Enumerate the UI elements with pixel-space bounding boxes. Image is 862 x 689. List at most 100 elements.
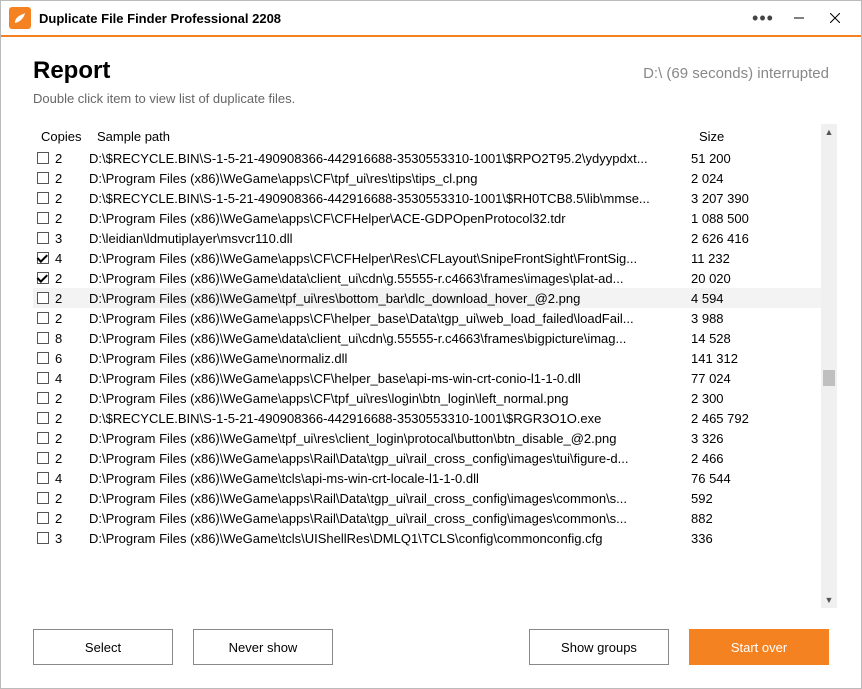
path-value: D:\Program Files (x86)\WeGame\apps\Rail\… <box>89 451 691 466</box>
row-checkbox[interactable] <box>37 292 49 304</box>
col-header-copies[interactable]: Copies <box>33 127 89 146</box>
table-row[interactable]: 3D:\Program Files (x86)\WeGame\tcls\UISh… <box>33 528 821 548</box>
table-row[interactable]: 2D:\$RECYCLE.BIN\S-1-5-21-490908366-4429… <box>33 408 821 428</box>
row-checkbox[interactable] <box>37 392 49 404</box>
table-row[interactable]: 6D:\Program Files (x86)\WeGame\normaliz.… <box>33 348 821 368</box>
scan-status: D:\ (69 seconds) interrupted <box>643 65 829 82</box>
scroll-thumb[interactable] <box>823 370 835 386</box>
row-checkbox[interactable] <box>37 172 49 184</box>
close-button[interactable] <box>817 4 853 32</box>
row-checkbox[interactable] <box>37 212 49 224</box>
path-value: D:\Program Files (x86)\WeGame\apps\Rail\… <box>89 511 691 526</box>
col-header-path[interactable]: Sample path <box>89 127 691 146</box>
row-checkbox[interactable] <box>37 532 49 544</box>
row-checkbox[interactable] <box>37 452 49 464</box>
never-show-button[interactable]: Never show <box>193 629 333 665</box>
path-value: D:\Program Files (x86)\WeGame\tpf_ui\res… <box>89 431 691 446</box>
path-value: D:\Program Files (x86)\WeGame\apps\CF\CF… <box>89 211 691 226</box>
app-icon <box>9 7 31 29</box>
table-row[interactable]: 2D:\Program Files (x86)\WeGame\apps\Rail… <box>33 508 821 528</box>
size-value: 2 024 <box>691 171 821 186</box>
hint-text: Double click item to view list of duplic… <box>1 85 861 116</box>
show-groups-button[interactable]: Show groups <box>529 629 669 665</box>
copies-value: 2 <box>55 411 62 426</box>
size-value: 882 <box>691 511 821 526</box>
copies-value: 2 <box>55 271 62 286</box>
table-row[interactable]: 2D:\Program Files (x86)\WeGame\apps\Rail… <box>33 488 821 508</box>
copies-value: 2 <box>55 151 62 166</box>
size-value: 592 <box>691 491 821 506</box>
row-checkbox[interactable] <box>37 492 49 504</box>
row-checkbox[interactable] <box>37 472 49 484</box>
size-value: 4 594 <box>691 291 821 306</box>
row-checkbox[interactable] <box>37 412 49 424</box>
table-row[interactable]: 2D:\$RECYCLE.BIN\S-1-5-21-490908366-4429… <box>33 148 821 168</box>
row-checkbox[interactable] <box>37 152 49 164</box>
size-value: 2 466 <box>691 451 821 466</box>
table-row[interactable]: 4 D:\Program Files (x86)\WeGame\apps\CF\h… <box>33 368 821 388</box>
close-icon <box>830 13 840 23</box>
col-header-size[interactable]: Size <box>691 127 821 146</box>
copies-value: 3 <box>55 231 62 246</box>
table-row[interactable]: 2 D:\Program Files (x86)\WeGame\apps\Rail… <box>33 448 821 468</box>
table-area: Copies Sample path Size 2 D:\$RECYCLE.BIN… <box>33 124 837 608</box>
row-checkbox[interactable] <box>37 232 49 244</box>
footer: Select Never show Show groups Start over <box>1 608 861 688</box>
table-row[interactable]: 2D:\Program Files (x86)\WeGame\tpf_ui\re… <box>33 428 821 448</box>
table-body: 2 D:\$RECYCLE.BIN\S-1-5-21-490908366-4429… <box>33 148 821 608</box>
row-checkbox[interactable] <box>37 512 49 524</box>
path-value: D:\Program Files (x86)\WeGame\apps\CF\he… <box>89 311 691 326</box>
copies-value: 2 <box>55 291 62 306</box>
path-value: D:\Program Files (x86)\WeGame\data\clien… <box>89 271 691 286</box>
copies-value: 8 <box>55 331 62 346</box>
copies-value: 2 <box>55 391 62 406</box>
row-checkbox[interactable] <box>37 432 49 444</box>
path-value: D:\Program Files (x86)\WeGame\apps\Rail\… <box>89 491 691 506</box>
path-value: D:\$RECYCLE.BIN\S-1-5-21-490908366-44291… <box>89 191 691 206</box>
copies-value: 2 <box>55 171 62 186</box>
row-checkbox[interactable] <box>37 192 49 204</box>
size-value: 2 465 792 <box>691 411 821 426</box>
vertical-scrollbar[interactable]: ▲ ▼ <box>821 124 837 608</box>
size-value: 3 988 <box>691 311 821 326</box>
scroll-up-icon[interactable]: ▲ <box>821 124 837 140</box>
path-value: D:\Program Files (x86)\WeGame\apps\CF\tp… <box>89 391 691 406</box>
size-value: 2 626 416 <box>691 231 821 246</box>
table-row[interactable]: 2D:\$RECYCLE.BIN\S-1-5-21-490908366-4429… <box>33 188 821 208</box>
table-row[interactable]: 2D:\Program Files (x86)\WeGame\apps\CF\C… <box>33 208 821 228</box>
copies-value: 3 <box>55 531 62 546</box>
row-checkbox[interactable] <box>37 272 49 284</box>
copies-value: 4 <box>55 251 62 266</box>
row-checkbox[interactable] <box>37 252 49 264</box>
size-value: 51 200 <box>691 151 821 166</box>
size-value: 336 <box>691 531 821 546</box>
copies-value: 2 <box>55 451 62 466</box>
path-value: D:\leidian\ldmutiplayer\msvcr110.dll <box>89 231 691 246</box>
row-checkbox[interactable] <box>37 372 49 384</box>
table-header: Copies Sample path Size <box>33 124 821 148</box>
table-row[interactable]: 2 D:\Program Files (x86)\WeGame\data\clie… <box>33 268 821 288</box>
more-button[interactable]: ••• <box>745 4 781 32</box>
scroll-down-icon[interactable]: ▼ <box>821 592 837 608</box>
table-row[interactable]: 2 D:\Program Files (x86)\WeGame\apps\CF\t… <box>33 388 821 408</box>
table-row[interactable]: 3 D:\leidian\ldmutiplayer\msvcr110.dll2 6… <box>33 228 821 248</box>
table-row[interactable]: 2D:\Program Files (x86)\WeGame\apps\CF\t… <box>33 168 821 188</box>
size-value: 77 024 <box>691 371 821 386</box>
path-value: D:\Program Files (x86)\WeGame\apps\CF\he… <box>89 371 691 386</box>
start-over-button[interactable]: Start over <box>689 629 829 665</box>
table-row[interactable]: 8D:\Program Files (x86)\WeGame\data\clie… <box>33 328 821 348</box>
size-value: 2 300 <box>691 391 821 406</box>
minimize-icon <box>794 13 804 23</box>
select-button[interactable]: Select <box>33 629 173 665</box>
table-row[interactable]: 2D:\Program Files (x86)\WeGame\tpf_ui\re… <box>33 288 821 308</box>
row-checkbox[interactable] <box>37 352 49 364</box>
copies-value: 6 <box>55 351 62 366</box>
minimize-button[interactable] <box>781 4 817 32</box>
table-row[interactable]: 4 D:\Program Files (x86)\WeGame\apps\CF\C… <box>33 248 821 268</box>
row-checkbox[interactable] <box>37 332 49 344</box>
table-row[interactable]: 2D:\Program Files (x86)\WeGame\apps\CF\h… <box>33 308 821 328</box>
table-row[interactable]: 4D:\Program Files (x86)\WeGame\tcls\api-… <box>33 468 821 488</box>
row-checkbox[interactable] <box>37 312 49 324</box>
path-value: D:\Program Files (x86)\WeGame\apps\CF\CF… <box>89 251 691 266</box>
copies-value: 4 <box>55 371 62 386</box>
